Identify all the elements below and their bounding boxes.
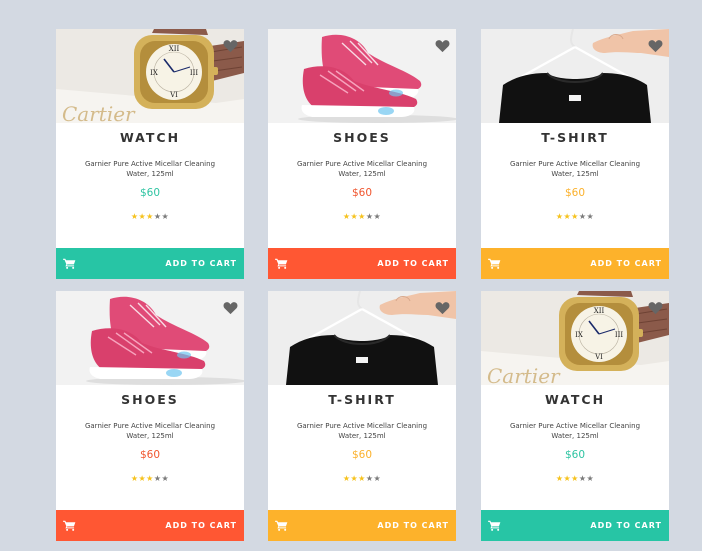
add-to-cart-button[interactable]: ADD TO CART — [56, 510, 244, 541]
star-icon: ★ — [153, 212, 162, 221]
svg-text:IX: IX — [150, 69, 158, 77]
star-icon: ★ — [350, 212, 359, 221]
product-title: WATCH — [119, 130, 181, 145]
product-card: T-SHIRT Garnier Pure Active Micellar Cle… — [268, 291, 456, 541]
product-card: Cartier XII III VI IX WATCH Garnier Pure Act… — [56, 29, 244, 279]
rating-stars: ★★★★★ — [268, 474, 456, 483]
add-to-cart-button[interactable]: ADD TO CART — [481, 248, 669, 279]
add-to-cart-button[interactable]: ADD TO CART — [268, 510, 456, 541]
heart-icon[interactable] — [223, 39, 238, 53]
product-title: SHOES — [333, 130, 391, 145]
svg-text:XII: XII — [594, 307, 605, 315]
star-icon: ★ — [365, 212, 374, 221]
star-icon: ★ — [138, 474, 147, 483]
svg-text:IX: IX — [575, 331, 583, 339]
rating-stars: ★★★★★ — [56, 212, 244, 221]
product-price: $60 — [351, 449, 373, 461]
star-icon: ★ — [578, 212, 587, 221]
add-to-cart-label: ADD TO CART — [377, 259, 449, 268]
heart-icon[interactable] — [435, 39, 450, 53]
product-image[interactable] — [56, 291, 244, 385]
star-icon: ★ — [146, 474, 154, 483]
star-icon: ★ — [350, 474, 359, 483]
svg-text:XII: XII — [169, 45, 180, 53]
product-description: Garnier Pure Active Micellar Cleaning Wa… — [296, 160, 428, 178]
rating-stars: ★★★★★ — [268, 212, 456, 221]
product-description: Garnier Pure Active Micellar Cleaning Wa… — [84, 160, 216, 178]
svg-text:Cartier: Cartier — [487, 364, 561, 385]
star-icon: ★ — [586, 474, 595, 483]
shopping-cart-icon — [488, 520, 501, 531]
star-icon: ★ — [373, 212, 382, 221]
product-price: $60 — [564, 187, 586, 199]
product-image[interactable] — [268, 291, 456, 385]
product-image[interactable]: Cartier XII III VI IX — [56, 29, 244, 123]
star-icon: ★ — [563, 212, 572, 221]
star-icon: ★ — [161, 212, 170, 221]
svg-text:Cartier: Cartier — [62, 102, 136, 123]
product-image[interactable] — [268, 29, 456, 123]
star-icon: ★ — [358, 474, 366, 483]
rating-stars: ★★★★★ — [481, 212, 669, 221]
rating-stars: ★★★★★ — [481, 474, 669, 483]
product-title: T-SHIRT — [541, 130, 609, 145]
add-to-cart-label: ADD TO CART — [165, 259, 237, 268]
star-icon: ★ — [373, 474, 382, 483]
svg-text:VI: VI — [169, 91, 178, 99]
product-card: SHOES Garnier Pure Active Micellar Clean… — [268, 29, 456, 279]
shopping-cart-icon — [275, 520, 288, 531]
shopping-cart-icon — [63, 520, 76, 531]
star-icon: ★ — [146, 212, 154, 221]
star-icon: ★ — [138, 212, 147, 221]
add-to-cart-label: ADD TO CART — [165, 521, 237, 530]
add-to-cart-button[interactable]: ADD TO CART — [481, 510, 669, 541]
add-to-cart-label: ADD TO CART — [590, 259, 662, 268]
rating-stars: ★★★★★ — [56, 474, 244, 483]
product-card: SHOES Garnier Pure Active Micellar Clean… — [56, 291, 244, 541]
svg-text:VI: VI — [594, 353, 603, 361]
star-icon: ★ — [586, 212, 595, 221]
heart-icon[interactable] — [223, 301, 238, 315]
product-price: $60 — [139, 449, 161, 461]
product-description: Garnier Pure Active Micellar Cleaning Wa… — [509, 422, 641, 440]
star-icon: ★ — [153, 474, 162, 483]
star-icon: ★ — [571, 212, 579, 221]
product-card: T-SHIRT Garnier Pure Active Micellar Cle… — [481, 29, 669, 279]
product-title: T-SHIRT — [328, 392, 396, 407]
svg-text:III: III — [615, 331, 624, 339]
heart-icon[interactable] — [648, 301, 663, 315]
product-title: SHOES — [121, 392, 179, 407]
product-price: $60 — [351, 187, 373, 199]
star-icon: ★ — [571, 474, 579, 483]
product-description: Garnier Pure Active Micellar Cleaning Wa… — [296, 422, 428, 440]
star-icon: ★ — [578, 474, 587, 483]
shopping-cart-icon — [488, 258, 501, 269]
add-to-cart-button[interactable]: ADD TO CART — [268, 248, 456, 279]
heart-icon[interactable] — [435, 301, 450, 315]
star-icon: ★ — [358, 212, 366, 221]
product-description: Garnier Pure Active Micellar Cleaning Wa… — [509, 160, 641, 178]
product-image[interactable]: Cartier XII III VI IX — [481, 291, 669, 385]
product-price: $60 — [139, 187, 161, 199]
star-icon: ★ — [365, 474, 374, 483]
product-title: WATCH — [544, 392, 606, 407]
heart-icon[interactable] — [648, 39, 663, 53]
product-description: Garnier Pure Active Micellar Cleaning Wa… — [84, 422, 216, 440]
svg-text:III: III — [190, 69, 199, 77]
add-to-cart-button[interactable]: ADD TO CART — [56, 248, 244, 279]
product-image[interactable] — [481, 29, 669, 123]
add-to-cart-label: ADD TO CART — [590, 521, 662, 530]
star-icon: ★ — [161, 474, 170, 483]
shopping-cart-icon — [275, 258, 288, 269]
add-to-cart-label: ADD TO CART — [377, 521, 449, 530]
star-icon: ★ — [563, 474, 572, 483]
product-card: Cartier XII III VI IX WATCH Garnier Pure Act… — [481, 291, 669, 541]
shopping-cart-icon — [63, 258, 76, 269]
product-price: $60 — [564, 449, 586, 461]
